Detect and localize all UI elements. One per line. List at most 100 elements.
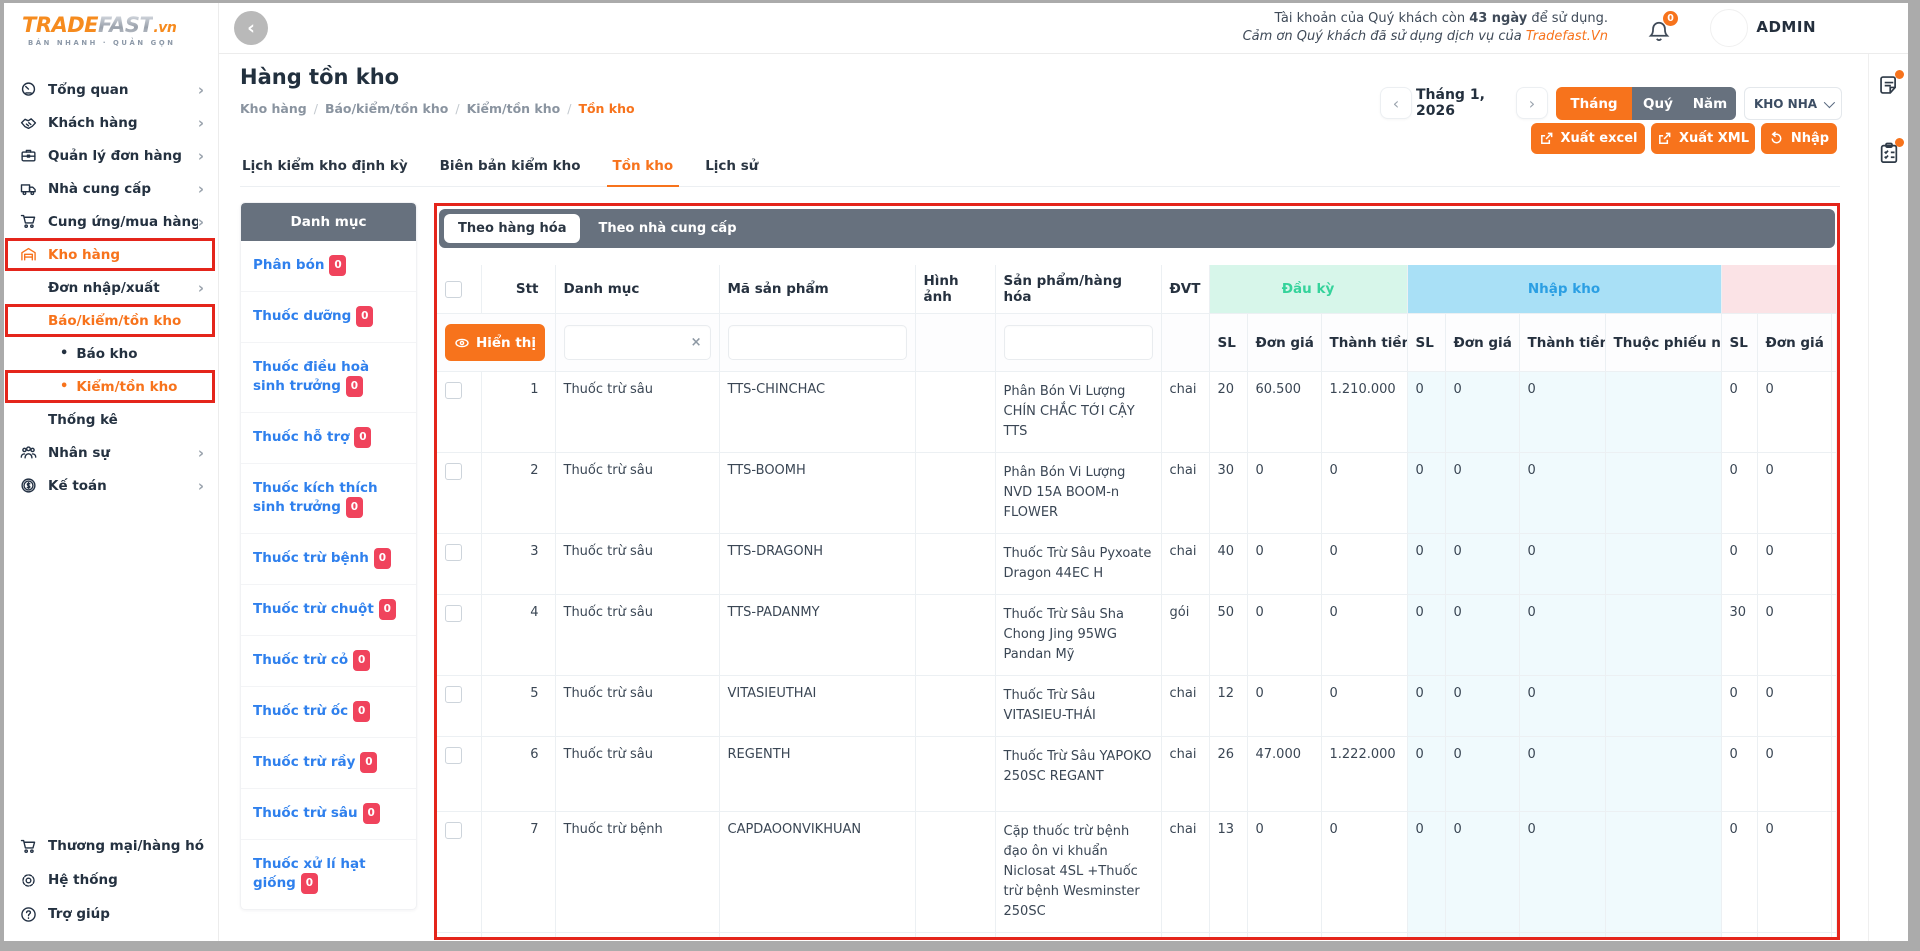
col-header-danh-muc: Danh mục [555,265,719,314]
cell-nhap-kho-sl: 0 [1407,737,1445,812]
category-item[interactable]: Thuốc trừ bệnh0 [241,534,416,585]
sidebar-item-th-ng-m-i-h-ng-h-a[interactable]: Thương mại/hàng hóa [4,829,218,863]
mode-year-button[interactable]: Năm [1684,87,1736,120]
cell-xuat-sl: 30 [1721,595,1757,676]
cell-hinh-anh [915,933,995,941]
sidebar-item-label: Khách hàng [48,115,198,131]
row-checkbox[interactable] [445,822,462,839]
cell-stt: 5 [481,676,555,737]
breadcrumb-current: Tồn kho [578,101,634,116]
row-checkbox[interactable] [445,686,462,703]
category-count-badge: 0 [360,752,377,773]
cell-nhap-kho-thanh-tien: 0 [1519,676,1605,737]
table-row: 7Thuốc trừ bệnhCAPDAOONVIKHUANCặp thuốc … [437,812,1837,933]
sidebar-item-b-o-ki-m-t-n-kho[interactable]: Báo/kiểm/tồn kho [4,304,218,337]
category-item[interactable]: Thuốc dưỡng0 [241,292,416,343]
category-item[interactable]: Thuốc trừ rầy0 [241,738,416,789]
logo[interactable]: TRADEFAST.vn BÁN NHANH · QUẢN GỌN [4,3,218,47]
ma-san-pham-filter-input[interactable] [728,325,907,360]
brand-link[interactable]: Tradefast.Vn [1526,29,1608,44]
cell-dau-ky-don-gia: 0 [1247,534,1321,595]
tasks-panel-button[interactable] [1878,142,1900,164]
app-window: TRADEFAST.vn BÁN NHANH · QUẢN GỌN Tổng q… [4,3,1908,941]
tab-bien-ban-kiem-kho[interactable]: Biên bản kiểm kho [438,156,583,186]
row-checkbox[interactable] [445,463,462,480]
avatar[interactable] [1710,9,1748,47]
sidebar-item-kho-h-ng[interactable]: Kho hàng [4,238,218,271]
sidebar-item-nh-n-s-[interactable]: Nhân sự› [4,436,218,469]
prev-month-button[interactable]: ‹ [1380,87,1412,119]
tab-ton-kho[interactable]: Tồn kho [611,156,676,186]
cell-xuat-don-gia: 0 [1757,372,1831,453]
category-item[interactable]: Thuốc trừ sâu0 [241,789,416,840]
cell-stt: 8 [481,933,555,941]
section-tabs: Lịch kiểm kho định kỳ Biên bản kiểm kho … [240,156,1840,187]
category-item[interactable]: Thuốc kích thích sinh trưởng0 [241,464,416,534]
sidebar-item-kh-ch-h-ng[interactable]: Khách hàng› [4,106,218,139]
cell-dau-ky-don-gia: 0 [1247,453,1321,534]
people-icon [20,444,37,461]
notes-panel-button[interactable] [1878,74,1900,96]
cell-dau-ky-thanh-tien: 1.210.000 [1321,372,1407,453]
tab-lich-su[interactable]: Lịch sử [703,156,760,186]
mode-month-button[interactable]: Tháng [1556,87,1632,120]
category-label: Thuốc trừ chuột [253,601,374,617]
cell-san-pham: Thuốc Trừ Bệnh Amicol 360EC Tilt Plus [995,933,1161,941]
cell-dau-ky-thanh-tien: 0 [1321,933,1407,941]
next-month-button[interactable]: › [1516,87,1548,119]
sidebar-item-b-o-kho[interactable]: •Báo kho [4,337,218,370]
show-button[interactable]: Hiển thị [445,324,545,361]
export-xml-button[interactable]: Xuất XML [1651,123,1755,154]
category-item[interactable]: Thuốc trừ chuột0 [241,585,416,636]
sidebar-item-tr-gi-p[interactable]: Trợ giúp [4,897,218,931]
back-button[interactable]: ‹ [234,11,268,45]
clear-filter-icon[interactable]: × [691,334,702,351]
breadcrumb-item[interactable]: Báo/kiểm/tồn kho [325,101,448,116]
view-tab-by-product[interactable]: Theo hàng hóa [444,214,580,243]
sidebar-item-label: Tổng quan [48,82,198,98]
mode-quarter-button[interactable]: Quý [1632,87,1684,120]
cart-icon [20,213,37,230]
cell-filler [1831,453,1837,534]
cell-nhap-kho-don-gia: 0 [1445,737,1519,812]
sidebar-item-th-ng-k-[interactable]: Thống kê [4,403,218,436]
cell-xuat-don-gia: 0 [1757,453,1831,534]
group-header-nhap-kho: Nhập kho [1407,265,1721,314]
breadcrumb-item[interactable]: Kho hàng [240,101,307,116]
category-item[interactable]: Thuốc hỗ trợ0 [241,413,416,464]
category-item[interactable]: Thuốc trừ cỏ0 [241,636,416,687]
import-button[interactable]: Nhập [1761,123,1837,154]
tab-lich-kiem-kho[interactable]: Lịch kiểm kho định kỳ [240,156,410,186]
category-item[interactable]: Thuốc điều hoà sinh trưởng0 [241,343,416,413]
table-row: 5Thuốc trừ sâuVITASIEUTHAIThuốc Trừ Sâu … [437,676,1837,737]
sidebar-item-cung-ng-mua-h-ng[interactable]: Cung ứng/mua hàng› [4,205,218,238]
sidebar-item-qu-n-l-n-h-ng[interactable]: Quản lý đơn hàng› [4,139,218,172]
select-all-checkbox[interactable] [445,281,462,298]
sidebar-item-nh-cung-c-p[interactable]: Nhà cung cấp› [4,172,218,205]
sidebar-item--n-nh-p-xu-t[interactable]: Đơn nhập/xuất› [4,271,218,304]
export-excel-button[interactable]: Xuất excel [1531,123,1645,154]
category-item[interactable]: Thuốc xử lí hạt giống0 [241,840,416,909]
row-checkbox[interactable] [445,544,462,561]
sidebar-item-t-ng-quan[interactable]: Tổng quan› [4,73,218,106]
danh-muc-filter-input[interactable]: × [564,325,711,360]
view-tab-by-supplier[interactable]: Theo nhà cung cấp [584,214,750,243]
category-item[interactable]: Thuốc trừ ốc0 [241,687,416,738]
breadcrumb-item[interactable]: Kiểm/tồn kho [467,101,561,116]
user-menu[interactable]: ADMIN [1756,18,1816,36]
sidebar-item-h-th-ng[interactable]: Hệ thống [4,863,218,897]
breadcrumb: Kho hàng/Báo/kiểm/tồn kho/Kiểm/tồn kho/T… [240,101,635,116]
sidebar-item-label: Kế toán [48,478,198,494]
san-pham-filter-input[interactable] [1004,325,1153,360]
category-item[interactable]: Phân bón0 [241,241,416,292]
warehouse-select[interactable]: KHO NHA [1744,87,1842,120]
table-row: 1Thuốc trừ sâuTTS-CHINCHACPhân Bón Vi Lư… [437,372,1837,453]
row-checkbox[interactable] [445,747,462,764]
row-checkbox[interactable] [445,382,462,399]
row-checkbox[interactable] [445,605,462,622]
cell-dau-ky-thanh-tien: 1.222.000 [1321,737,1407,812]
notifications-button[interactable]: 0 [1646,13,1676,45]
sidebar-item-ki-m-t-n-kho[interactable]: •Kiểm/tồn kho [4,370,218,403]
sidebar-item-k-to-n[interactable]: Kế toán› [4,469,218,502]
view-tab-bar: Theo hàng hóa Theo nhà cung cấp [439,209,1835,248]
